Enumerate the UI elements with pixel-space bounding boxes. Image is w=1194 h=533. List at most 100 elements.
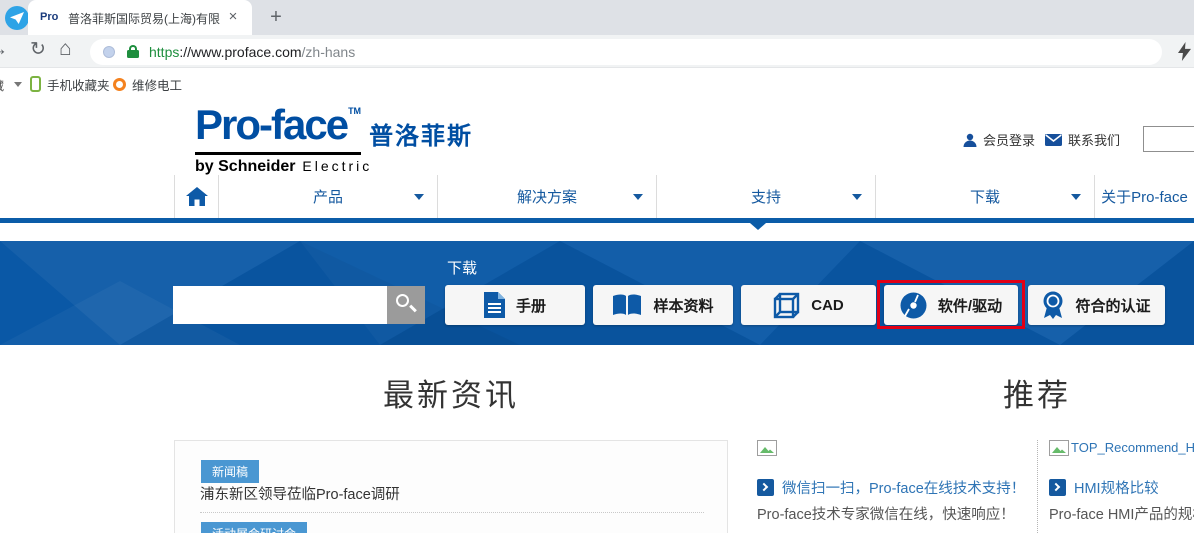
paper-plane-icon (10, 12, 24, 24)
recommend-alt-text[interactable]: TOP_Recommend_H (1049, 440, 1194, 456)
lightning-extension-icon[interactable] (1178, 42, 1191, 61)
nav-item-support[interactable]: 支持 (657, 175, 876, 218)
chevron-right-icon (1049, 479, 1066, 496)
header-search-input[interactable] (1143, 126, 1194, 152)
member-login-label: 会员登录 (983, 130, 1035, 149)
manual-button[interactable]: 手册 (445, 285, 585, 325)
logo-brand-text: Pro-face (195, 102, 347, 148)
secure-lock-icon[interactable] (127, 45, 139, 59)
chevron-right-icon (757, 479, 774, 496)
home-icon (186, 187, 208, 206)
button-label: 手册 (516, 295, 546, 316)
news-badge-events: 活动展会研讨会 (201, 522, 307, 533)
member-login-link[interactable]: 会员登录 (963, 130, 1035, 149)
news-badge-press: 新闻稿 (201, 460, 259, 483)
home-icon[interactable]: ⌂ (59, 37, 72, 61)
button-label: CAD (811, 297, 844, 314)
url-path: /zh-hans (302, 44, 356, 60)
nav-label: 解决方案 (517, 186, 577, 207)
mail-icon (1045, 134, 1062, 146)
recommend-link[interactable]: HMI规格比较 (1049, 477, 1159, 498)
award-icon (1042, 291, 1064, 319)
nav-active-pointer (750, 223, 766, 230)
hero-banner: 下载 手册 样本资料 CAD (0, 241, 1194, 345)
bookmark-label: 维修电工 (132, 75, 182, 94)
site-header: Pro-face TM 普洛菲斯 by Schneider Electric 会… (0, 100, 1194, 175)
disc-icon (900, 292, 927, 319)
new-tab-button[interactable]: + (264, 6, 288, 30)
hero-download-label: 下载 (447, 257, 477, 278)
page-content: 最新资讯 新闻稿 浦东新区领导莅临Pro-face调研 活动展会研讨会 推荐 微… (0, 345, 1194, 533)
browser-logo-icon[interactable] (5, 6, 29, 30)
bookmarks-folder-label[interactable]: 藏 (0, 77, 4, 94)
nav-label: 关于Pro-face (1101, 186, 1188, 207)
recommend-item-wechat: 微信扫一扫，Pro-face在线技术支持！ Pro-face技术专家微信在线，快… (757, 440, 1032, 533)
nav-item-download[interactable]: 下载 (876, 175, 1095, 218)
nav-label: 支持 (751, 186, 781, 207)
phone-icon (30, 76, 41, 92)
url-host: ://www.proface.com (179, 44, 301, 60)
logo-chinese-text: 普洛菲斯 (369, 116, 473, 151)
browser-toolbar: → ↻ ⌂ https://www.proface.com/zh-hans (0, 35, 1194, 68)
nav-spacer (0, 175, 175, 218)
orange-ring-icon (113, 78, 126, 91)
active-tab[interactable]: Pro 普洛菲斯国际贸易(上海)有限公司 × (28, 0, 252, 35)
broken-image-icon (1049, 440, 1069, 456)
hero-search-button[interactable] (387, 286, 425, 324)
recommend-item-hmi: TOP_Recommend_H HMI规格比较 Pro-face HMI产品的规… (1049, 440, 1194, 533)
nav-item-products[interactable]: 产品 (219, 175, 438, 218)
url-text[interactable]: https://www.proface.com/zh-hans (149, 44, 355, 60)
tab-title: 普洛菲斯国际贸易(上海)有限公司 (68, 10, 220, 26)
tab-close-icon[interactable]: × (224, 8, 242, 26)
contact-us-label: 联系我们 (1068, 130, 1120, 149)
button-label: 符合的认证 (1075, 295, 1150, 316)
forward-icon[interactable]: → (0, 39, 8, 61)
chevron-down-icon (633, 194, 643, 200)
nav-item-solutions[interactable]: 解决方案 (438, 175, 657, 218)
extension-dot-icon[interactable] (103, 46, 115, 58)
recommend-link[interactable]: 微信扫一扫，Pro-face在线技术支持！ (757, 477, 1025, 498)
news-card: 新闻稿 浦东新区领导莅临Pro-face调研 活动展会研讨会 (174, 440, 728, 533)
bookmark-item-mobile[interactable]: 手机收藏夹 (30, 74, 110, 94)
bookmarks-bar: 藏 手机收藏夹 维修电工 (0, 68, 1194, 100)
dotted-vertical-divider (1037, 440, 1038, 533)
logo-byline: by Schneider Electric (195, 158, 372, 176)
document-icon (484, 292, 505, 318)
search-icon (396, 294, 409, 307)
nav-home-button[interactable] (175, 175, 219, 218)
news-title-link[interactable]: 浦东新区领导莅临Pro-face调研 (200, 483, 400, 504)
proface-logo[interactable]: Pro-face TM 普洛菲斯 by Schneider Electric (195, 102, 473, 151)
recommend-desc: Pro-face技术专家微信在线，快速响应！ (757, 503, 1015, 524)
cube-icon (773, 292, 800, 319)
button-label: 软件/驱动 (938, 295, 1002, 316)
contact-us-link[interactable]: 联系我们 (1045, 130, 1120, 149)
chevron-down-icon (1071, 194, 1081, 200)
nav-label: 产品 (313, 186, 343, 207)
refresh-icon[interactable]: ↻ (30, 38, 46, 61)
bookmark-label: 手机收藏夹 (47, 75, 110, 94)
tab-bar: Pro 普洛菲斯国际贸易(上海)有限公司 × + (0, 0, 1194, 35)
nav-item-about[interactable]: 关于Pro-face (1095, 175, 1194, 218)
button-label: 样本资料 (653, 295, 713, 316)
user-icon (963, 133, 977, 147)
cad-button[interactable]: CAD (741, 285, 876, 325)
catalog-button[interactable]: 样本资料 (593, 285, 733, 325)
url-scheme: https (149, 44, 179, 60)
nav-label: 下载 (970, 186, 1000, 207)
news-heading: 最新资讯 (174, 370, 728, 415)
chevron-down-icon (414, 194, 424, 200)
dotted-divider (200, 512, 704, 513)
hero-search-input[interactable] (173, 286, 387, 324)
bookmark-item-weixiu[interactable]: 维修电工 (113, 74, 182, 94)
chevron-down-icon (852, 194, 862, 200)
address-bar[interactable]: https://www.proface.com/zh-hans (90, 39, 1162, 65)
book-icon (612, 294, 642, 317)
recommend-desc: Pro-face HMI产品的规格 (1049, 503, 1194, 524)
nav-bottom-bar (0, 218, 1194, 223)
chevron-down-icon[interactable] (14, 82, 22, 87)
browser-window: Pro 普洛菲斯国际贸易(上海)有限公司 × + → ↻ ⌂ https://w… (0, 0, 1194, 533)
certification-button[interactable]: 符合的认证 (1028, 285, 1165, 325)
recommend-heading: 推荐 (937, 370, 1137, 415)
broken-image-icon (757, 440, 777, 456)
software-driver-button[interactable]: 软件/驱动 (884, 285, 1018, 325)
